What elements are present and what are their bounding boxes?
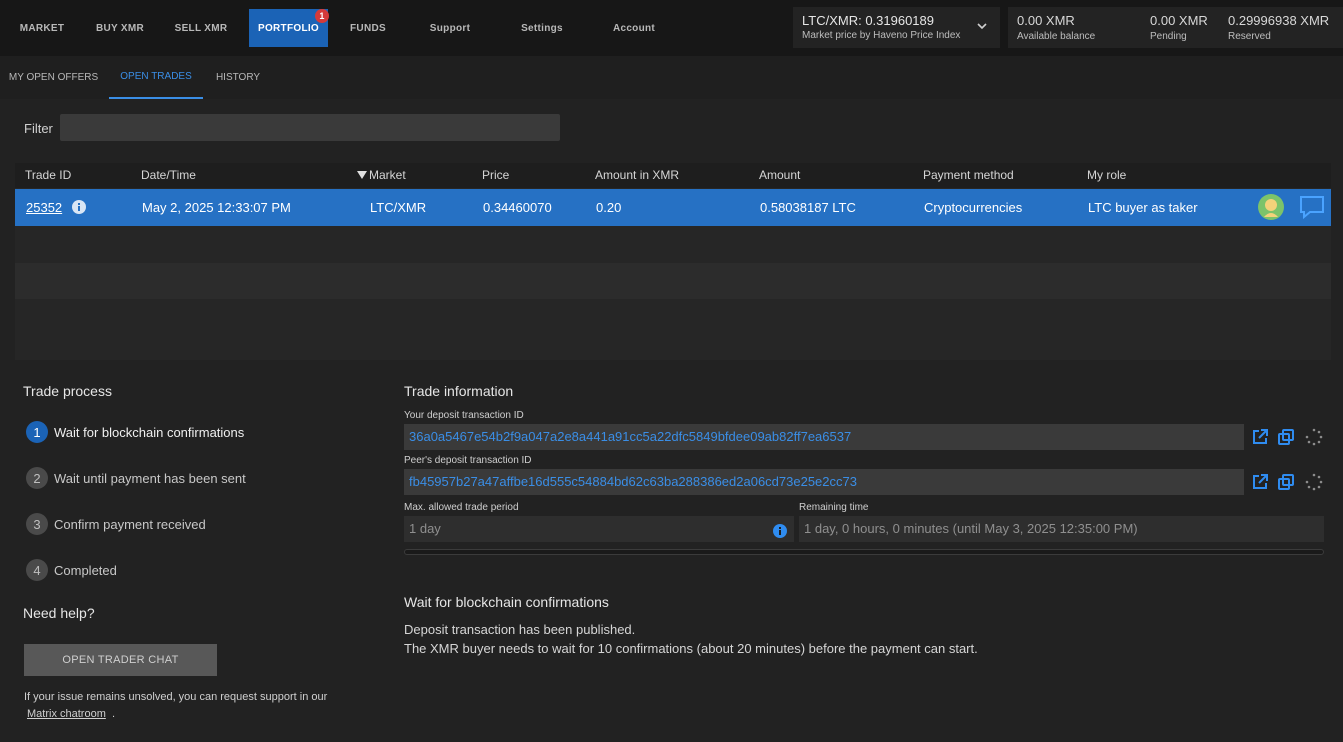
nav-buy-xmr[interactable]: BUY XMR — [90, 9, 150, 47]
step-2-number: 2 — [26, 467, 48, 489]
status-title: Wait for blockchain confirmations — [404, 594, 609, 610]
tab-my-open-offers[interactable]: MY OPEN OFFERS — [0, 56, 107, 99]
trade-process-title: Trade process — [23, 383, 112, 399]
step-4-number: 4 — [26, 559, 48, 581]
peer-deposit-tx-field[interactable]: fb45957b27a47affbe16d555c54884bd62c63ba2… — [404, 469, 1244, 495]
column-header-amount-xmr[interactable]: Amount in XMR — [595, 163, 679, 188]
tab-open-trades[interactable]: OPEN TRADES — [109, 56, 203, 99]
open-external-icon[interactable] — [1251, 428, 1269, 446]
trade-information-title: Trade information — [404, 383, 514, 399]
market-price-source: Market price by Haveno Price Index — [802, 30, 961, 41]
chat-icon[interactable] — [1298, 194, 1326, 220]
status-line-2: The XMR buyer needs to wait for 10 confi… — [404, 641, 978, 656]
trade-period-field: 1 day — [404, 516, 794, 542]
column-header-amount[interactable]: Amount — [759, 163, 800, 188]
nav-market[interactable]: MARKET — [12, 9, 72, 47]
column-header-datetime[interactable]: Date/Time — [141, 163, 196, 188]
notification-badge: 1 — [315, 9, 329, 23]
trade-id-link[interactable]: 25352 — [26, 189, 62, 226]
table-row-empty — [15, 263, 1331, 299]
nav-sell-xmr[interactable]: SELL XMR — [170, 9, 232, 47]
nav-support[interactable]: Support — [413, 9, 487, 47]
deposit-tx-field[interactable]: 36a0a5467e54b2f9a047a2e8a441a91cc5a22dfc… — [404, 424, 1244, 450]
trade-amount: 0.58038187 LTC — [760, 200, 856, 215]
nav-funds[interactable]: FUNDS — [340, 9, 396, 47]
deposit-tx-label: Your deposit transaction ID — [404, 410, 524, 421]
loading-spinner-icon — [1305, 473, 1323, 491]
reserved-balance-label: Reserved — [1228, 31, 1271, 42]
peer-avatar-icon[interactable] — [1257, 193, 1285, 221]
info-icon[interactable] — [773, 524, 787, 538]
filter-label: Filter — [24, 121, 53, 136]
table-row-empty — [15, 226, 1331, 263]
matrix-chatroom-link[interactable]: Matrix chatroom — [27, 708, 106, 720]
status-line-1: Deposit transaction has been published. — [404, 622, 636, 637]
step-1-label: Wait for blockchain confirmations — [54, 425, 245, 440]
table-row-selected[interactable]: 25352 May 2, 2025 12:33:07 PM LTC/XMR 0.… — [15, 189, 1331, 226]
tab-history[interactable]: HISTORY — [205, 56, 271, 99]
trade-period-progress-bar — [404, 549, 1324, 555]
nav-settings[interactable]: Settings — [505, 9, 579, 47]
top-navigation-bar: MARKET BUY XMR SELL XMR PORTFOLIO 1 FUND… — [0, 0, 1343, 56]
trade-payment-method: Cryptocurrencies — [924, 200, 1023, 215]
need-help-title: Need help? — [23, 605, 95, 621]
remaining-time-field: 1 day, 0 hours, 0 minutes (until May 3, … — [799, 516, 1324, 542]
copy-icon[interactable] — [1277, 428, 1295, 446]
reserved-balance: 0.29996938 XMR Reserved — [1222, 7, 1343, 48]
column-header-payment-method[interactable]: Payment method — [923, 163, 1014, 188]
portfolio-tabs: MY OPEN OFFERS OPEN TRADES HISTORY — [0, 56, 1343, 99]
step-3-number: 3 — [26, 513, 48, 535]
step-4-label: Completed — [54, 563, 117, 578]
info-icon[interactable] — [72, 200, 86, 214]
pending-balance: 0.00 XMR Pending — [1142, 7, 1222, 48]
help-suffix: . — [112, 708, 116, 720]
column-header-my-role[interactable]: My role — [1087, 163, 1126, 188]
trade-amount-xmr: 0.20 — [596, 200, 622, 215]
nav-portfolio[interactable]: PORTFOLIO 1 — [249, 9, 329, 47]
peer-deposit-tx-label: Peer's deposit transaction ID — [404, 455, 532, 466]
remaining-time-label: Remaining time — [799, 502, 869, 513]
market-price-selector[interactable]: LTC/XMR: 0.31960189 Market price by Have… — [793, 7, 1000, 48]
open-trader-chat-button[interactable]: OPEN TRADER CHAT — [24, 644, 217, 676]
trade-price: 0.34460070 — [483, 200, 552, 215]
trade-datetime: May 2, 2025 12:33:07 PM — [142, 200, 291, 215]
pending-balance-value: 0.00 XMR — [1150, 13, 1208, 28]
pending-balance-label: Pending — [1150, 31, 1187, 42]
sort-descending-icon — [357, 171, 367, 179]
market-price-value: LTC/XMR: 0.31960189 — [802, 13, 934, 28]
step-2-label: Wait until payment has been sent — [54, 471, 246, 486]
step-3-label: Confirm payment received — [54, 517, 206, 532]
loading-spinner-icon — [1305, 428, 1323, 446]
nav-account[interactable]: Account — [597, 9, 671, 47]
column-header-price[interactable]: Price — [482, 163, 509, 188]
reserved-balance-value: 0.29996938 XMR — [1228, 13, 1330, 28]
open-external-icon[interactable] — [1251, 473, 1269, 491]
table-row-empty — [15, 299, 1331, 335]
available-balance-label: Available balance — [1017, 31, 1096, 42]
column-header-trade-id[interactable]: Trade ID — [25, 163, 71, 188]
help-text: If your issue remains unsolved, you can … — [24, 691, 328, 703]
chevron-down-icon — [977, 23, 987, 30]
trade-period-label: Max. allowed trade period — [404, 502, 519, 513]
copy-icon[interactable] — [1277, 473, 1295, 491]
filter-input[interactable] — [60, 114, 560, 141]
available-balance: 0.00 XMR Available balance — [1008, 7, 1142, 48]
column-header-market[interactable]: Market — [369, 163, 406, 188]
available-balance-value: 0.00 XMR — [1017, 13, 1075, 28]
trade-market: LTC/XMR — [370, 200, 427, 215]
trade-role: LTC buyer as taker — [1088, 200, 1198, 215]
step-1-number: 1 — [26, 421, 48, 443]
